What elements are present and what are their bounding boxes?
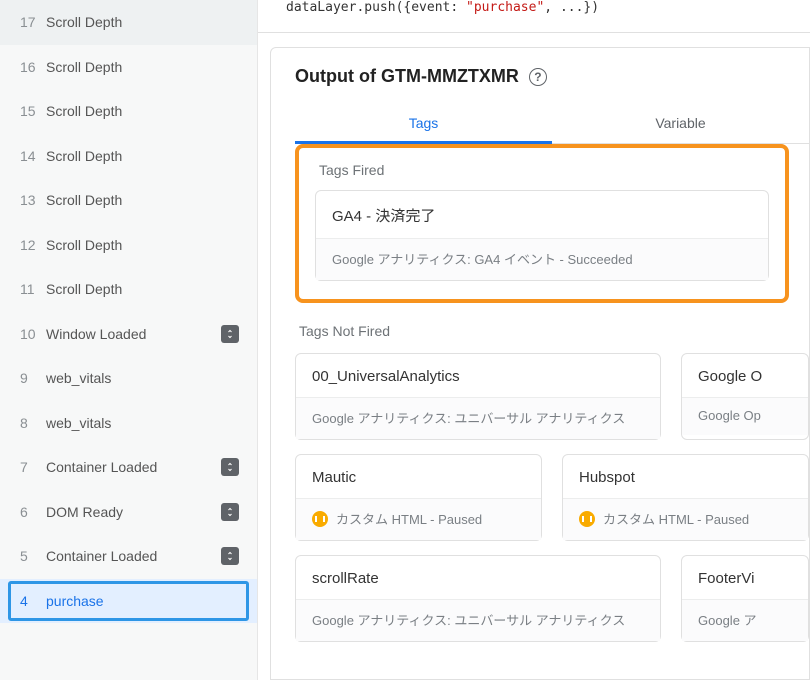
event-item-11[interactable]: 11Scroll Depth [0, 267, 257, 312]
api-icon [221, 325, 239, 343]
event-name: Scroll Depth [46, 148, 239, 164]
event-item-5[interactable]: 5Container Loaded [0, 534, 257, 579]
nf-card-google-o[interactable]: Google O Google Op [681, 353, 809, 440]
event-seq: 16 [20, 59, 46, 75]
tags-fired-label: Tags Fired [319, 162, 769, 178]
event-name: web_vitals [46, 415, 239, 431]
event-item-16[interactable]: 16Scroll Depth [0, 45, 257, 90]
tags-not-fired-label: Tags Not Fired [299, 323, 809, 339]
event-seq: 17 [20, 14, 46, 30]
tags-not-fired-area: 00_UniversalAnalytics Google アナリティクス: ユニ… [295, 353, 809, 642]
output-title-row: Output of GTM-MMZTXMR ? [295, 66, 809, 87]
event-name: Scroll Depth [46, 103, 239, 119]
pause-icon [312, 511, 328, 527]
main-panel: dataLayer.push({event: "purchase", ...})… [258, 0, 810, 680]
nf-card-mautic[interactable]: Mautic カスタム HTML - Paused [295, 454, 542, 541]
api-icon [221, 503, 239, 521]
nf-row-2: Mautic カスタム HTML - Paused Hubspot カスタム H… [295, 454, 809, 541]
event-seq: 8 [20, 415, 46, 431]
event-seq: 5 [20, 548, 46, 564]
event-seq: 13 [20, 192, 46, 208]
pause-icon [579, 511, 595, 527]
event-name: Container Loaded [46, 548, 215, 564]
datalayer-code: dataLayer.push({event: "purchase", ...}) [258, 0, 810, 18]
event-name: purchase [46, 593, 239, 609]
help-icon[interactable]: ? [529, 68, 547, 86]
nf-card-universal[interactable]: 00_UniversalAnalytics Google アナリティクス: ユニ… [295, 353, 661, 440]
event-name: Scroll Depth [46, 237, 239, 253]
tags-fired-highlight: Tags Fired GA4 - 決済完了 Google アナリティクス: GA… [295, 144, 789, 303]
event-item-12[interactable]: 12Scroll Depth [0, 223, 257, 268]
event-seq: 6 [20, 504, 46, 520]
event-seq: 4 [20, 593, 46, 609]
code-pre: dataLayer.push({event: [286, 0, 466, 15]
event-seq: 15 [20, 103, 46, 119]
event-item-7[interactable]: 7Container Loaded [0, 445, 257, 490]
event-item-15[interactable]: 15Scroll Depth [0, 89, 257, 134]
event-seq: 14 [20, 148, 46, 164]
output-tabs: Tags Variable [295, 105, 809, 144]
event-name: Scroll Depth [46, 192, 239, 208]
tab-variables[interactable]: Variable [552, 105, 809, 143]
fired-tag-meta: Google アナリティクス: GA4 イベント - Succeeded [316, 238, 768, 280]
event-item-8[interactable]: 8web_vitals [0, 401, 257, 446]
event-item-10[interactable]: 10Window Loaded [0, 312, 257, 357]
event-name: Scroll Depth [46, 281, 239, 297]
event-item-6[interactable]: 6DOM Ready [0, 490, 257, 535]
event-name: DOM Ready [46, 504, 215, 520]
event-name: Window Loaded [46, 326, 215, 342]
event-item-9[interactable]: 9web_vitals [0, 356, 257, 401]
code-post: , ...}) [544, 0, 599, 15]
event-list: 17Scroll Depth16Scroll Depth15Scroll Dep… [0, 0, 258, 680]
output-panel: Output of GTM-MMZTXMR ? Tags Variable Ta… [270, 47, 810, 680]
event-item-13[interactable]: 13Scroll Depth [0, 178, 257, 223]
app-root: 17Scroll Depth16Scroll Depth15Scroll Dep… [0, 0, 810, 680]
code-preview: dataLayer.push({event: "purchase", ...}) [258, 0, 810, 33]
event-seq: 10 [20, 326, 46, 342]
nf-card-footervi[interactable]: FooterVi Google ア [681, 555, 809, 642]
api-icon [221, 458, 239, 476]
tab-tags[interactable]: Tags [295, 105, 552, 144]
output-title: Output of GTM-MMZTXMR [295, 66, 519, 87]
nf-card-hubspot[interactable]: Hubspot カスタム HTML - Paused [562, 454, 809, 541]
event-name: web_vitals [46, 370, 239, 386]
event-seq: 7 [20, 459, 46, 475]
nf-row-3: scrollRate Google アナリティクス: ユニバーサル アナリティク… [295, 555, 809, 642]
event-seq: 11 [20, 281, 46, 297]
event-name: Scroll Depth [46, 59, 239, 75]
fired-tag-card[interactable]: GA4 - 決済完了 Google アナリティクス: GA4 イベント - Su… [315, 190, 769, 281]
event-item-4[interactable]: 4purchase [0, 579, 257, 624]
event-item-17[interactable]: 17Scroll Depth [0, 0, 257, 45]
event-seq: 12 [20, 237, 46, 253]
event-seq: 9 [20, 370, 46, 386]
event-name: Scroll Depth [46, 14, 239, 30]
nf-card-scrollrate[interactable]: scrollRate Google アナリティクス: ユニバーサル アナリティク… [295, 555, 661, 642]
api-icon [221, 547, 239, 565]
fired-tag-name: GA4 - 決済完了 [316, 191, 768, 238]
event-item-14[interactable]: 14Scroll Depth [0, 134, 257, 179]
event-name: Container Loaded [46, 459, 215, 475]
code-string: "purchase" [466, 0, 544, 15]
nf-row-1: 00_UniversalAnalytics Google アナリティクス: ユニ… [295, 353, 809, 440]
